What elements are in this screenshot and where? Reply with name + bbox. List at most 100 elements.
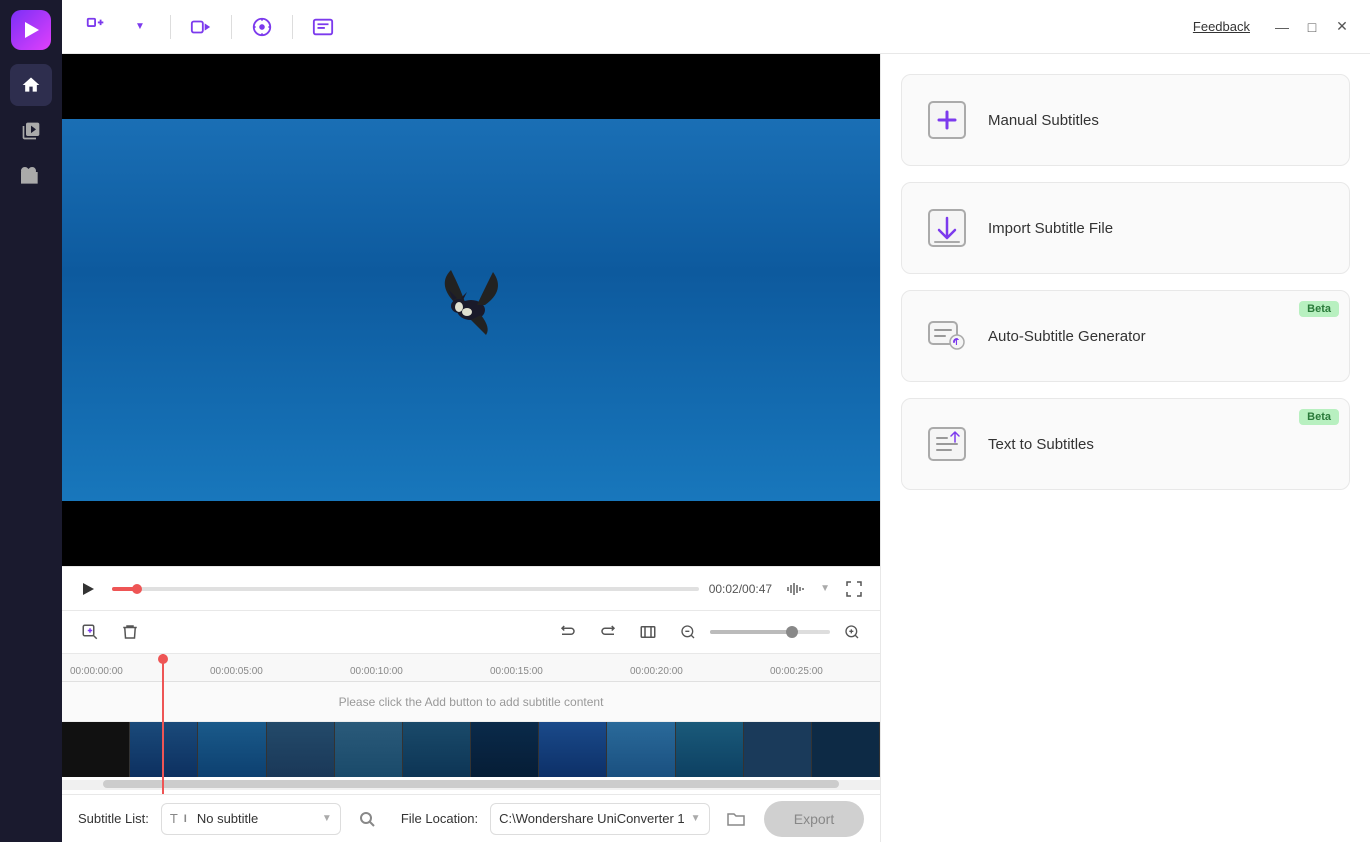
file-path-value: C:\Wondershare UniConverter 1	[499, 811, 684, 826]
add-subtitle-button[interactable]	[74, 616, 106, 648]
window-controls: — □ ✕	[1270, 15, 1354, 39]
export-button[interactable]: Export	[764, 801, 864, 837]
subtitle-list-label: Subtitle List:	[78, 811, 149, 826]
delete-button[interactable]	[114, 616, 146, 648]
manual-subtitles-icon	[922, 95, 972, 145]
video-preview	[62, 54, 880, 566]
svg-text:T: T	[954, 338, 959, 347]
add-media-dropdown[interactable]: ▼	[122, 9, 158, 45]
no-subtitle-option: No subtitle	[197, 811, 258, 826]
file-location-select[interactable]: C:\Wondershare UniConverter 1 ▼	[490, 803, 709, 835]
video-panel: 00:02/00:47 ▼	[62, 54, 880, 842]
sidebar	[0, 0, 62, 842]
video-controls-bar: 00:02/00:47 ▼	[62, 566, 880, 610]
video-frame	[62, 54, 880, 566]
text-to-subtitles-card[interactable]: Text to Subtitles Beta	[901, 398, 1350, 490]
playhead-top	[158, 654, 168, 664]
separator-1	[170, 15, 171, 39]
timeline-playhead	[162, 654, 164, 794]
waveform-dropdown[interactable]: ▼	[820, 583, 830, 594]
file-location-label: File Location:	[401, 811, 478, 826]
filmstrip-frame-8	[539, 722, 607, 777]
main-content: ▼	[62, 0, 1370, 842]
effects-button[interactable]	[244, 9, 280, 45]
zoom-in-button[interactable]	[836, 616, 868, 648]
ruler-mark-1: 00:00:05:00	[210, 666, 263, 677]
text-to-subtitles-beta-badge: Beta	[1299, 409, 1339, 425]
subtitle-toolbar-button[interactable]	[305, 9, 341, 45]
ruler-mark-2: 00:00:10:00	[350, 666, 403, 677]
filmstrip-frame-6	[403, 722, 471, 777]
separator-3	[292, 15, 293, 39]
filmstrip-frame-5	[335, 722, 403, 777]
subtitle-select-arrow: ▼	[322, 813, 332, 824]
top-toolbar: ▼	[62, 0, 1370, 54]
manual-subtitles-label: Manual Subtitles	[988, 112, 1099, 129]
ruler-mark-5: 00:00:25:00	[770, 666, 823, 677]
separator-2	[231, 15, 232, 39]
record-button[interactable]	[183, 9, 219, 45]
import-subtitle-label: Import Subtitle File	[988, 220, 1113, 237]
subtitle-hint: Please click the Add button to add subti…	[62, 682, 880, 722]
sidebar-item-media[interactable]	[10, 110, 52, 152]
auto-subtitle-icon: T	[922, 311, 972, 361]
ruler-mark-0: 00:00:00:00	[70, 666, 123, 677]
video-black-top	[62, 54, 880, 119]
progress-bar[interactable]	[112, 587, 699, 591]
filmstrip	[62, 722, 880, 777]
text-to-subtitles-icon	[922, 419, 972, 469]
app-logo	[11, 10, 51, 50]
filmstrip-frame-1	[62, 722, 130, 777]
undo-button[interactable]	[552, 616, 584, 648]
filmstrip-frame-3	[198, 722, 266, 777]
filmstrip-frame-11	[744, 722, 812, 777]
browse-folder-button[interactable]	[722, 805, 750, 833]
filmstrip-frame-2	[130, 722, 198, 777]
zoom-controls	[672, 616, 868, 648]
auto-subtitle-card[interactable]: T Auto-Subtitle Generator Beta	[901, 290, 1350, 382]
auto-subtitle-label: Auto-Subtitle Generator	[988, 328, 1146, 345]
redo-button[interactable]	[592, 616, 624, 648]
maximize-button[interactable]: □	[1300, 15, 1324, 39]
feedback-button[interactable]: Feedback	[1193, 19, 1250, 34]
audio-waveform-button[interactable]	[782, 575, 810, 603]
minimize-button[interactable]: —	[1270, 15, 1294, 39]
auto-subtitle-beta-badge: Beta	[1299, 301, 1339, 317]
zoom-fill	[710, 630, 788, 634]
manual-subtitles-card[interactable]: Manual Subtitles	[901, 74, 1350, 166]
timeline-scrollbar[interactable]	[62, 780, 880, 790]
ruler-mark-4: 00:00:20:00	[630, 666, 683, 677]
timeline-area: 00:00:00:00 00:00:05:00 00:00:10:00 00:0…	[62, 654, 880, 794]
progress-handle[interactable]	[132, 584, 142, 594]
import-subtitle-icon	[922, 203, 972, 253]
fit-to-screen-button[interactable]	[632, 616, 664, 648]
filmstrip-frame-4	[267, 722, 335, 777]
subtitle-list-select[interactable]: T I No subtitle ▼	[161, 803, 341, 835]
zoom-handle[interactable]	[786, 626, 798, 638]
play-button[interactable]	[74, 575, 102, 603]
add-media-button[interactable]	[78, 9, 114, 45]
subtitle-search-button[interactable]	[353, 805, 381, 833]
video-black-bottom	[62, 501, 880, 566]
video-content	[62, 119, 880, 501]
timeline-ruler: 00:00:00:00 00:00:05:00 00:00:10:00 00:0…	[62, 654, 880, 682]
text-to-subtitles-label: Text to Subtitles	[988, 436, 1094, 453]
sidebar-item-tools[interactable]	[10, 156, 52, 198]
zoom-out-button[interactable]	[672, 616, 704, 648]
filmstrip-frame-12	[812, 722, 880, 777]
video-cat-figure	[426, 260, 516, 360]
filmstrip-frame-9	[607, 722, 675, 777]
filmstrip-frame-10	[676, 722, 744, 777]
time-display: 00:02/00:47	[709, 582, 772, 596]
import-subtitle-card[interactable]: Import Subtitle File	[901, 182, 1350, 274]
sidebar-item-home[interactable]	[10, 64, 52, 106]
timeline-toolbar	[62, 610, 880, 654]
ruler-mark-3: 00:00:15:00	[490, 666, 543, 677]
file-path-arrow: ▼	[691, 813, 701, 824]
scrollbar-thumb[interactable]	[103, 780, 839, 788]
bottom-bar: Subtitle List: T I No subtitle ▼ File Lo…	[62, 794, 880, 842]
zoom-slider[interactable]	[710, 630, 830, 634]
subtitle-options: Manual Subtitles Import Subtit	[881, 54, 1370, 842]
fullscreen-button[interactable]	[840, 575, 868, 603]
close-button[interactable]: ✕	[1330, 15, 1354, 39]
